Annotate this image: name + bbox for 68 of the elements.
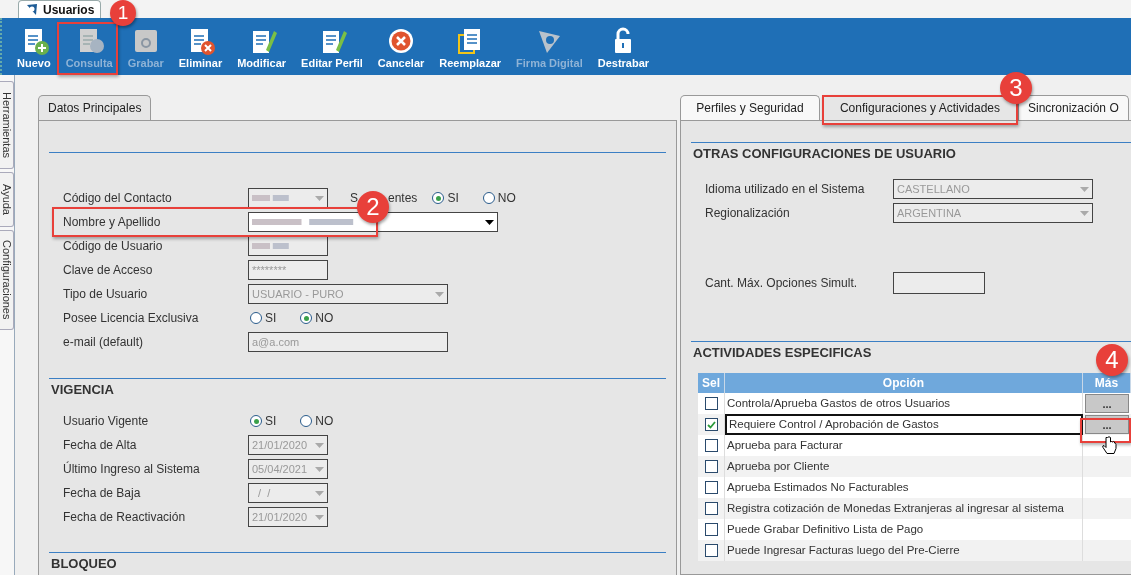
toolbar-button[interactable]: Cancelar <box>375 26 427 70</box>
checkbox[interactable] <box>704 481 718 494</box>
table-cell[interactable]: Requiere Control / Aprobación de Gastos <box>725 414 1083 435</box>
dropdown-arrow-icon <box>315 195 324 201</box>
blurred-text-icon <box>252 194 292 202</box>
window-tab[interactable]: Usuarios <box>18 0 102 18</box>
radio-button[interactable]: NO <box>482 189 516 207</box>
dropdown-arrow-icon <box>1080 186 1089 192</box>
dropdown-field[interactable] <box>248 188 328 208</box>
toolbar-button[interactable]: Reemplazar <box>437 26 504 70</box>
field-label: Fecha de Alta <box>63 437 138 454</box>
checkbox[interactable] <box>704 397 718 410</box>
section-heading: BLOQUEO <box>50 555 118 574</box>
checkbox[interactable] <box>704 418 718 431</box>
checkbox[interactable] <box>704 439 718 452</box>
section-heading: ACTIVIDADES ESPECIFICAS <box>692 344 873 363</box>
more-button[interactable]: ... <box>1085 394 1129 413</box>
toolbar-button[interactable]: Editar Perfil <box>299 26 365 70</box>
tab[interactable]: Sincronización O <box>1018 95 1129 120</box>
blurred-text-icon <box>252 242 292 250</box>
tab[interactable]: Datos Principales <box>38 95 152 120</box>
side-tab[interactable]: Ayuda <box>0 172 14 227</box>
toolbar-button[interactable]: Eliminar <box>176 26 225 70</box>
checkbox[interactable] <box>704 502 718 515</box>
dropdown-arrow-icon <box>315 466 324 472</box>
field-label: Regionalización <box>705 205 791 222</box>
checkbox[interactable] <box>704 460 718 473</box>
field-label: Tipo de Usuario <box>63 286 149 303</box>
field-label: Usuario Vigente <box>63 413 150 430</box>
dropdown-arrow-icon <box>315 442 324 448</box>
field-label: entes <box>388 190 418 207</box>
field-label: Código del Contacto <box>63 190 173 207</box>
tab[interactable]: Perfiles y Seguridad <box>680 95 820 120</box>
field-label: Fecha de Reactivación <box>63 509 187 526</box>
field-label: Posee Licencia Exclusiva <box>63 310 200 327</box>
field-label: Nombre y Apellido <box>63 214 162 231</box>
dropdown-arrow-icon <box>435 291 444 297</box>
radio-button[interactable]: SI <box>250 309 277 327</box>
side-tab[interactable]: Configuraciones <box>0 230 14 330</box>
checkbox[interactable] <box>704 523 718 536</box>
radio-button[interactable]: SI <box>432 189 459 207</box>
highlight-frame <box>57 22 118 75</box>
side-tab[interactable]: Herramientas <box>0 81 14 169</box>
field-label: S <box>350 190 358 207</box>
radio-button[interactable]: NO <box>300 412 334 430</box>
logo-icon <box>25 2 39 17</box>
dropdown-arrow-icon <box>315 490 324 496</box>
field-label: Idioma utilizado en el Sistema <box>705 181 866 198</box>
checkbox[interactable] <box>704 544 718 557</box>
field-label: e-mail (default) <box>63 334 145 351</box>
section-heading: VIGENCIA <box>50 381 115 400</box>
input-field[interactable] <box>893 272 985 294</box>
section-heading: OTRAS CONFIGURACIONES DE USUARIO <box>692 145 957 164</box>
field-label: Fecha de Baja <box>63 485 142 502</box>
toolbar-button[interactable]: Nuevo <box>15 26 53 70</box>
toolbar-button[interactable]: Destrabar <box>595 26 652 70</box>
radio-button[interactable]: SI <box>250 412 277 430</box>
field-label: Código de Usuario <box>63 238 164 255</box>
toolbar-button[interactable]: Modificar <box>235 26 289 70</box>
field-label: Clave de Acceso <box>63 262 154 279</box>
field-label: Último Ingreso al Sistema <box>63 460 201 478</box>
radio-button[interactable]: NO <box>300 309 334 327</box>
window-title: Usuarios <box>43 1 95 19</box>
dropdown-arrow-icon <box>485 219 494 225</box>
dropdown-arrow-icon <box>1080 210 1089 216</box>
input-field[interactable] <box>248 236 328 256</box>
dropdown-arrow-icon <box>315 514 324 520</box>
field-label: Cant. Máx. Opciones Simult. <box>705 275 859 292</box>
